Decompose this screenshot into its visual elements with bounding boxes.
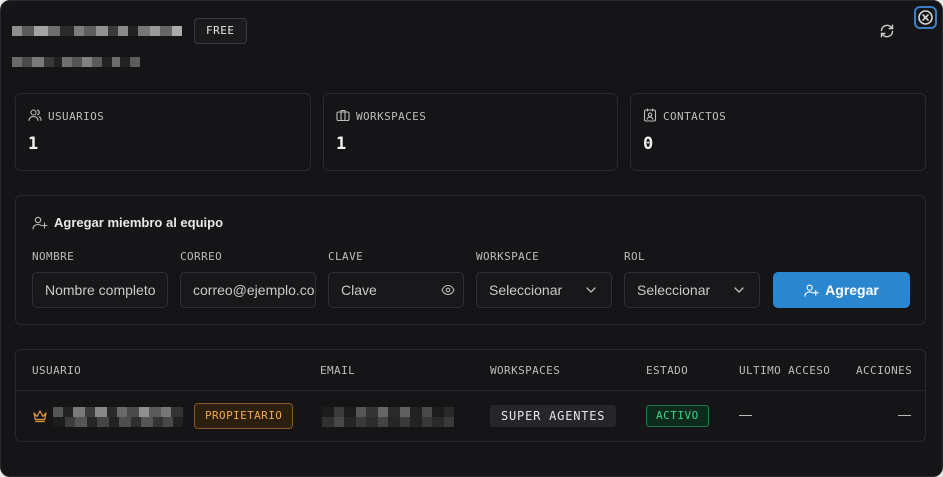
eye-icon[interactable] — [441, 284, 455, 296]
name-placeholder: Nombre completo — [45, 282, 156, 298]
password-input[interactable]: Clave — [328, 272, 464, 308]
column-header-user: USUARIO — [32, 364, 82, 377]
stat-label-users: USUARIOS — [48, 110, 105, 123]
user-name-redacted — [53, 407, 183, 427]
briefcase-icon — [336, 109, 350, 122]
email-placeholder: correo@ejemplo.com — [193, 282, 316, 298]
actions-placeholder: — — [898, 407, 911, 422]
stat-value-users: 1 — [28, 134, 39, 154]
user-email-redacted — [322, 407, 454, 427]
stat-card-contacts: CONTACTOS 0 — [630, 93, 926, 171]
role-select-value: Seleccionar — [637, 282, 711, 298]
chevron-down-icon — [734, 287, 744, 293]
owner-role-badge: PROPIETARIO — [194, 403, 294, 429]
stat-label-contacts: CONTACTOS — [663, 110, 727, 123]
email-input[interactable]: correo@ejemplo.com — [180, 272, 316, 308]
email-label: CORREO — [180, 250, 223, 263]
contact-icon — [643, 108, 657, 122]
workspace-select-value: Seleccionar — [489, 282, 563, 298]
name-label: NOMBRE — [32, 250, 75, 263]
crown-icon — [33, 410, 47, 423]
close-icon — [918, 10, 933, 25]
stat-card-workspaces: WORKSPACES 1 — [323, 93, 618, 171]
stat-card-users: USUARIOS 1 — [15, 93, 311, 171]
team-name-redacted — [12, 26, 182, 36]
column-header-last-access: ULTIMO ACCESO — [739, 364, 831, 377]
table-divider — [16, 390, 925, 391]
add-member-panel: Agregar miembro al equipo NOMBRE CORREO … — [15, 195, 926, 325]
refresh-icon — [880, 24, 894, 38]
stat-label-workspaces: WORKSPACES — [356, 110, 427, 123]
stat-value-contacts: 0 — [643, 134, 654, 154]
members-table: USUARIO EMAIL WORKSPACES ESTADO ULTIMO A… — [15, 349, 926, 442]
plan-badge: FREE — [194, 18, 247, 44]
add-member-title: Agregar miembro al equipo — [54, 215, 224, 230]
team-subtitle-redacted — [12, 57, 140, 67]
name-input[interactable]: Nombre completo — [32, 272, 168, 308]
password-placeholder: Clave — [341, 282, 377, 298]
workspace-label: WORKSPACE — [476, 250, 540, 263]
refresh-button[interactable] — [877, 21, 897, 41]
stat-value-workspaces: 1 — [336, 134, 347, 154]
workspace-badge: SUPER AGENTES — [490, 405, 617, 427]
users-icon — [28, 109, 42, 122]
status-badge: ACTIVO — [646, 405, 709, 427]
role-label: ROL — [624, 250, 646, 263]
user-plus-icon — [804, 284, 819, 297]
workspace-select[interactable]: Seleccionar — [476, 272, 612, 308]
role-select[interactable]: Seleccionar — [624, 272, 760, 308]
last-access-value: — — [739, 407, 752, 422]
close-button[interactable] — [914, 6, 937, 29]
add-member-button-label: Agregar — [825, 282, 879, 298]
column-header-workspaces: WORKSPACES — [490, 364, 561, 377]
password-label: CLAVE — [328, 250, 364, 263]
column-header-actions: ACCIONES — [856, 364, 913, 377]
chevron-down-icon — [586, 287, 596, 293]
column-header-email: EMAIL — [320, 364, 356, 377]
add-member-button[interactable]: Agregar — [773, 272, 910, 308]
team-modal: FREE USUARIOS 1 WORKSPACES 1 CONTACTOS 0… — [0, 0, 943, 477]
user-plus-icon — [32, 216, 48, 230]
column-header-status: ESTADO — [646, 364, 689, 377]
